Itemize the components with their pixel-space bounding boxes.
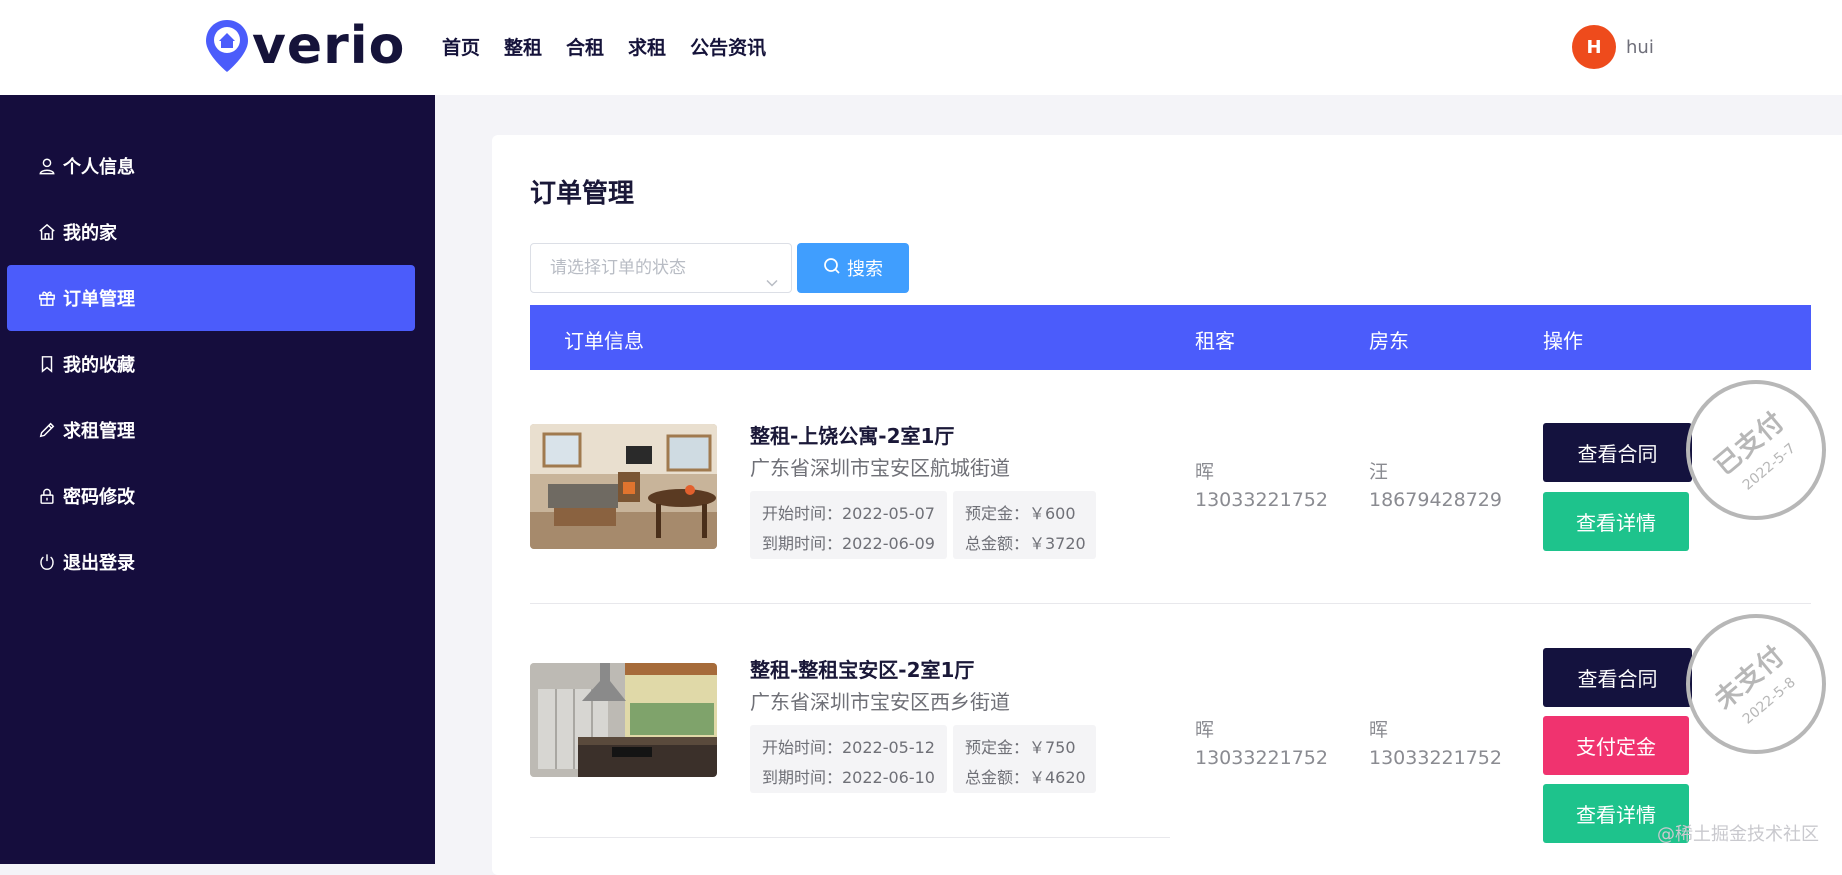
tenant-name: 晖 — [1195, 461, 1215, 483]
order-total: 总金额：￥4620 — [965, 768, 1086, 787]
order-end-date: 到期时间：2022-06-10 — [762, 768, 935, 787]
sidebar-item-label: 密码修改 — [63, 487, 135, 508]
row-divider — [530, 837, 1170, 838]
order-total: 总金额：￥3720 — [965, 534, 1086, 553]
order-dates: 开始时间：2022-05-12 到期时间：2022-06-10 — [750, 725, 947, 793]
landlord-phone: 13033221752 — [1369, 747, 1502, 769]
watermark: @稀土掘金技术社区 — [1657, 824, 1819, 845]
sidebar-item-seek-rent[interactable]: 求租管理 — [7, 397, 415, 463]
tenant-name: 晖 — [1195, 719, 1215, 741]
sidebar-item-orders[interactable]: 订单管理 — [7, 265, 415, 331]
view-contract-button[interactable]: 查看合同 — [1543, 423, 1692, 482]
search-button-label: 搜索 — [847, 259, 883, 280]
stamp-status-text: 未支付 — [1709, 639, 1792, 716]
tenant-info: 晖 13033221752 — [1195, 716, 1328, 772]
column-header-tenant: 租客 — [1195, 329, 1235, 353]
order-address: 广东省深圳市宝安区航城街道 — [750, 456, 1010, 480]
pencil-icon — [37, 420, 57, 440]
username[interactable]: hui — [1626, 37, 1654, 58]
chevron-down-icon — [765, 261, 779, 287]
location-pin-icon — [204, 18, 250, 74]
tenant-info: 晖 13033221752 — [1195, 458, 1328, 514]
sidebar-item-label: 我的收藏 — [63, 355, 135, 376]
user-menu[interactable]: H hui — [1572, 25, 1654, 69]
sidebar-item-label: 求租管理 — [63, 421, 135, 442]
user-icon — [37, 156, 57, 176]
stamp-status-text: 已支付 — [1709, 405, 1792, 482]
nav-home[interactable]: 首页 — [442, 33, 480, 60]
tenant-phone: 13033221752 — [1195, 489, 1328, 511]
page-title: 订单管理 — [530, 179, 635, 209]
payment-status-stamp: 未支付 2022-5-8 — [1686, 614, 1826, 754]
order-deposit: 预定金：￥750 — [965, 738, 1076, 757]
order-start-date: 开始时间：2022-05-07 — [762, 504, 935, 523]
sidebar-item-label: 我的家 — [63, 223, 117, 244]
landlord-info: 晖 13033221752 — [1369, 716, 1502, 772]
sidebar: 个人信息 我的家 订单管理 我的收藏 求租管理 密码修改 退出登录 — [0, 95, 435, 864]
order-amounts: 预定金：￥600 总金额：￥3720 — [953, 491, 1096, 559]
column-header-actions: 操作 — [1543, 329, 1583, 353]
order-amounts: 预定金：￥750 总金额：￥4620 — [953, 725, 1096, 793]
view-details-button[interactable]: 查看详情 — [1543, 492, 1689, 551]
view-contract-button[interactable]: 查看合同 — [1543, 648, 1692, 707]
nav-announcements[interactable]: 公告资讯 — [690, 33, 766, 60]
order-dates: 开始时间：2022-05-07 到期时间：2022-06-09 — [750, 491, 947, 559]
bookmark-icon — [37, 354, 57, 374]
sidebar-item-favorites[interactable]: 我的收藏 — [7, 331, 415, 397]
landlord-phone: 18679428729 — [1369, 489, 1502, 511]
sidebar-item-label: 退出登录 — [63, 553, 135, 574]
avatar[interactable]: H — [1572, 25, 1616, 69]
power-icon — [37, 552, 57, 572]
sidebar-item-logout[interactable]: 退出登录 — [7, 529, 415, 595]
nav-shared-rent[interactable]: 合租 — [566, 33, 604, 60]
order-deposit: 预定金：￥600 — [965, 504, 1076, 523]
sidebar-item-label: 订单管理 — [63, 289, 135, 310]
column-header-order-info: 订单信息 — [564, 329, 644, 353]
table-row: 整租-整租宝安区-2室1厅 广东省深圳市宝安区西乡街道 开始时间：2022-05… — [530, 614, 1830, 864]
order-title[interactable]: 整租-上饶公寓-2室1厅 — [750, 420, 954, 449]
column-header-landlord: 房东 — [1369, 329, 1409, 353]
order-title[interactable]: 整租-整租宝安区-2室1厅 — [750, 654, 974, 683]
payment-status-stamp: 已支付 2022-5-7 — [1686, 380, 1826, 520]
table-header: 订单信息 租客 房东 操作 — [530, 305, 1811, 370]
property-thumbnail[interactable] — [530, 663, 717, 777]
search-icon — [823, 257, 841, 280]
logo-text: verio — [252, 16, 406, 76]
tenant-phone: 13033221752 — [1195, 747, 1328, 769]
home-icon — [37, 222, 57, 242]
pay-deposit-button[interactable]: 支付定金 — [1543, 716, 1689, 775]
nav-seek-rent[interactable]: 求租 — [628, 33, 666, 60]
select-placeholder: 请选择订单的状态 — [550, 258, 686, 278]
landlord-name: 汪 — [1369, 461, 1389, 483]
sidebar-item-password[interactable]: 密码修改 — [7, 463, 415, 529]
landlord-info: 汪 18679428729 — [1369, 458, 1502, 514]
order-end-date: 到期时间：2022-06-09 — [762, 534, 935, 553]
gift-icon — [37, 288, 57, 308]
sidebar-item-label: 个人信息 — [63, 157, 135, 178]
lock-icon — [37, 486, 57, 506]
search-button[interactable]: 搜索 — [797, 243, 909, 293]
main-nav: 首页 整租 合租 求租 公告资讯 — [442, 33, 790, 60]
order-address: 广东省深圳市宝安区西乡街道 — [750, 690, 1010, 714]
order-start-date: 开始时间：2022-05-12 — [762, 738, 935, 757]
top-header: verio 首页 整租 合租 求租 公告资讯 H hui — [0, 0, 1842, 95]
row-divider — [530, 603, 1811, 604]
nav-whole-rent[interactable]: 整租 — [504, 33, 542, 60]
property-thumbnail[interactable] — [530, 424, 717, 549]
sidebar-item-profile[interactable]: 个人信息 — [7, 133, 415, 199]
table-row: 整租-上饶公寓-2室1厅 广东省深圳市宝安区航城街道 开始时间：2022-05-… — [530, 380, 1830, 600]
order-status-select[interactable]: 请选择订单的状态 — [530, 243, 792, 293]
logo[interactable]: verio — [204, 18, 405, 74]
landlord-name: 晖 — [1369, 719, 1389, 741]
sidebar-item-my-home[interactable]: 我的家 — [7, 199, 415, 265]
